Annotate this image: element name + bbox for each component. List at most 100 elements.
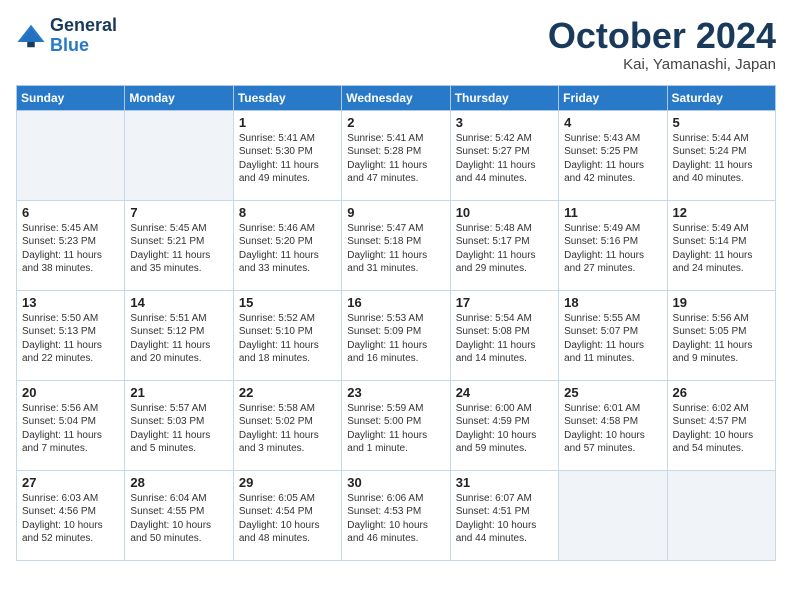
day-number: 31 <box>456 475 553 490</box>
cell-info: Sunrise: 5:45 AM Sunset: 5:23 PM Dayligh… <box>22 222 119 276</box>
calendar-cell: 26 Sunrise: 6:02 AM Sunset: 4:57 PM Dayli… <box>667 380 775 470</box>
calendar-cell: 18 Sunrise: 5:55 AM Sunset: 5:07 PM Dayli… <box>559 290 667 380</box>
calendar-cell: 11Sunrise: 5:49 AM Sunset: 5:16 PM Dayli… <box>559 200 667 290</box>
cell-info: Sunrise: 5:56 AM Sunset: 5:04 PM Dayligh… <box>22 402 119 456</box>
month-title: October 2024 <box>548 16 776 56</box>
page-header: General Blue October 2024 Kai, Yamanashi… <box>16 16 776 73</box>
calendar-cell: 19 Sunrise: 5:56 AM Sunset: 5:05 PM Dayli… <box>667 290 775 380</box>
cell-info: Sunrise: 5:43 AM Sunset: 5:25 PM Dayligh… <box>564 132 661 186</box>
calendar-cell <box>17 110 125 200</box>
cell-info: Sunrise: 5:45 AM Sunset: 5:21 PM Dayligh… <box>130 222 227 276</box>
day-number: 12 <box>673 205 770 220</box>
day-number: 9 <box>347 205 444 220</box>
cell-info: Sunrise: 5:47 AM Sunset: 5:18 PM Dayligh… <box>347 222 444 276</box>
day-number: 5 <box>673 115 770 130</box>
day-number: 6 <box>22 205 119 220</box>
cell-info: Sunrise: 5:48 AM Sunset: 5:17 PM Dayligh… <box>456 222 553 276</box>
cell-info: Sunrise: 5:49 AM Sunset: 5:14 PM Dayligh… <box>673 222 770 276</box>
day-number: 30 <box>347 475 444 490</box>
calendar-week-0: 1 Sunrise: 5:41 AM Sunset: 5:30 PM Daylig… <box>17 110 776 200</box>
calendar-cell: 24Sunrise: 6:00 AM Sunset: 4:59 PM Dayli… <box>450 380 558 470</box>
calendar-body: 1 Sunrise: 5:41 AM Sunset: 5:30 PM Daylig… <box>17 110 776 560</box>
day-number: 1 <box>239 115 336 130</box>
header-cell-thursday: Thursday <box>450 85 558 110</box>
cell-info: Sunrise: 5:42 AM Sunset: 5:27 PM Dayligh… <box>456 132 553 186</box>
calendar-cell: 6 Sunrise: 5:45 AM Sunset: 5:23 PM Daylig… <box>17 200 125 290</box>
cell-info: Sunrise: 5:44 AM Sunset: 5:24 PM Dayligh… <box>673 132 770 186</box>
header-cell-tuesday: Tuesday <box>233 85 341 110</box>
cell-info: Sunrise: 5:53 AM Sunset: 5:09 PM Dayligh… <box>347 312 444 366</box>
calendar-cell: 7Sunrise: 5:45 AM Sunset: 5:21 PM Daylig… <box>125 200 233 290</box>
day-number: 25 <box>564 385 661 400</box>
calendar-cell: 27 Sunrise: 6:03 AM Sunset: 4:56 PM Dayli… <box>17 470 125 560</box>
calendar-table: SundayMondayTuesdayWednesdayThursdayFrid… <box>16 85 776 561</box>
calendar-week-1: 6 Sunrise: 5:45 AM Sunset: 5:23 PM Daylig… <box>17 200 776 290</box>
day-number: 4 <box>564 115 661 130</box>
day-number: 21 <box>130 385 227 400</box>
calendar-week-4: 27 Sunrise: 6:03 AM Sunset: 4:56 PM Dayli… <box>17 470 776 560</box>
logo: General Blue <box>16 16 117 56</box>
day-number: 23 <box>347 385 444 400</box>
calendar-cell: 12 Sunrise: 5:49 AM Sunset: 5:14 PM Dayli… <box>667 200 775 290</box>
day-number: 14 <box>130 295 227 310</box>
day-number: 29 <box>239 475 336 490</box>
day-number: 15 <box>239 295 336 310</box>
day-number: 20 <box>22 385 119 400</box>
cell-info: Sunrise: 5:41 AM Sunset: 5:30 PM Dayligh… <box>239 132 336 186</box>
day-number: 28 <box>130 475 227 490</box>
header-cell-wednesday: Wednesday <box>342 85 450 110</box>
calendar-cell: 21 Sunrise: 5:57 AM Sunset: 5:03 PM Dayli… <box>125 380 233 470</box>
calendar-cell: 25 Sunrise: 6:01 AM Sunset: 4:58 PM Dayli… <box>559 380 667 470</box>
header-cell-monday: Monday <box>125 85 233 110</box>
header-cell-friday: Friday <box>559 85 667 110</box>
calendar-cell: 28 Sunrise: 6:04 AM Sunset: 4:55 PM Dayli… <box>125 470 233 560</box>
calendar-header-row: SundayMondayTuesdayWednesdayThursdayFrid… <box>17 85 776 110</box>
day-number: 22 <box>239 385 336 400</box>
calendar-cell <box>667 470 775 560</box>
header-cell-saturday: Saturday <box>667 85 775 110</box>
calendar-cell: 2Sunrise: 5:41 AM Sunset: 5:28 PM Daylig… <box>342 110 450 200</box>
calendar-cell: 5 Sunrise: 5:44 AM Sunset: 5:24 PM Daylig… <box>667 110 775 200</box>
cell-info: Sunrise: 5:58 AM Sunset: 5:02 PM Dayligh… <box>239 402 336 456</box>
day-number: 17 <box>456 295 553 310</box>
day-number: 3 <box>456 115 553 130</box>
calendar-cell: 9 Sunrise: 5:47 AM Sunset: 5:18 PM Daylig… <box>342 200 450 290</box>
cell-info: Sunrise: 6:00 AM Sunset: 4:59 PM Dayligh… <box>456 402 553 456</box>
calendar-cell <box>125 110 233 200</box>
cell-info: Sunrise: 5:57 AM Sunset: 5:03 PM Dayligh… <box>130 402 227 456</box>
cell-info: Sunrise: 5:59 AM Sunset: 5:00 PM Dayligh… <box>347 402 444 456</box>
cell-info: Sunrise: 5:50 AM Sunset: 5:13 PM Dayligh… <box>22 312 119 366</box>
cell-info: Sunrise: 6:02 AM Sunset: 4:57 PM Dayligh… <box>673 402 770 456</box>
cell-info: Sunrise: 5:51 AM Sunset: 5:12 PM Dayligh… <box>130 312 227 366</box>
logo-icon <box>16 21 46 51</box>
calendar-week-2: 13 Sunrise: 5:50 AM Sunset: 5:13 PM Dayli… <box>17 290 776 380</box>
calendar-cell: 14 Sunrise: 5:51 AM Sunset: 5:12 PM Dayli… <box>125 290 233 380</box>
cell-info: Sunrise: 6:04 AM Sunset: 4:55 PM Dayligh… <box>130 492 227 546</box>
calendar-week-3: 20 Sunrise: 5:56 AM Sunset: 5:04 PM Dayli… <box>17 380 776 470</box>
calendar-cell: 17Sunrise: 5:54 AM Sunset: 5:08 PM Dayli… <box>450 290 558 380</box>
calendar-cell: 3 Sunrise: 5:42 AM Sunset: 5:27 PM Daylig… <box>450 110 558 200</box>
title-block: October 2024 Kai, Yamanashi, Japan <box>548 16 776 73</box>
cell-info: Sunrise: 5:52 AM Sunset: 5:10 PM Dayligh… <box>239 312 336 366</box>
cell-info: Sunrise: 6:07 AM Sunset: 4:51 PM Dayligh… <box>456 492 553 546</box>
cell-info: Sunrise: 6:01 AM Sunset: 4:58 PM Dayligh… <box>564 402 661 456</box>
day-number: 19 <box>673 295 770 310</box>
cell-info: Sunrise: 5:56 AM Sunset: 5:05 PM Dayligh… <box>673 312 770 366</box>
calendar-cell: 15 Sunrise: 5:52 AM Sunset: 5:10 PM Dayli… <box>233 290 341 380</box>
cell-info: Sunrise: 5:55 AM Sunset: 5:07 PM Dayligh… <box>564 312 661 366</box>
cell-info: Sunrise: 5:46 AM Sunset: 5:20 PM Dayligh… <box>239 222 336 276</box>
day-number: 11 <box>564 205 661 220</box>
header-cell-sunday: Sunday <box>17 85 125 110</box>
cell-info: Sunrise: 6:03 AM Sunset: 4:56 PM Dayligh… <box>22 492 119 546</box>
calendar-cell: 23 Sunrise: 5:59 AM Sunset: 5:00 PM Dayli… <box>342 380 450 470</box>
day-number: 16 <box>347 295 444 310</box>
day-number: 13 <box>22 295 119 310</box>
calendar-cell: 10Sunrise: 5:48 AM Sunset: 5:17 PM Dayli… <box>450 200 558 290</box>
calendar-cell: 8 Sunrise: 5:46 AM Sunset: 5:20 PM Daylig… <box>233 200 341 290</box>
day-number: 26 <box>673 385 770 400</box>
day-number: 18 <box>564 295 661 310</box>
cell-info: Sunrise: 6:05 AM Sunset: 4:54 PM Dayligh… <box>239 492 336 546</box>
day-number: 8 <box>239 205 336 220</box>
calendar-cell: 20 Sunrise: 5:56 AM Sunset: 5:04 PM Dayli… <box>17 380 125 470</box>
day-number: 27 <box>22 475 119 490</box>
